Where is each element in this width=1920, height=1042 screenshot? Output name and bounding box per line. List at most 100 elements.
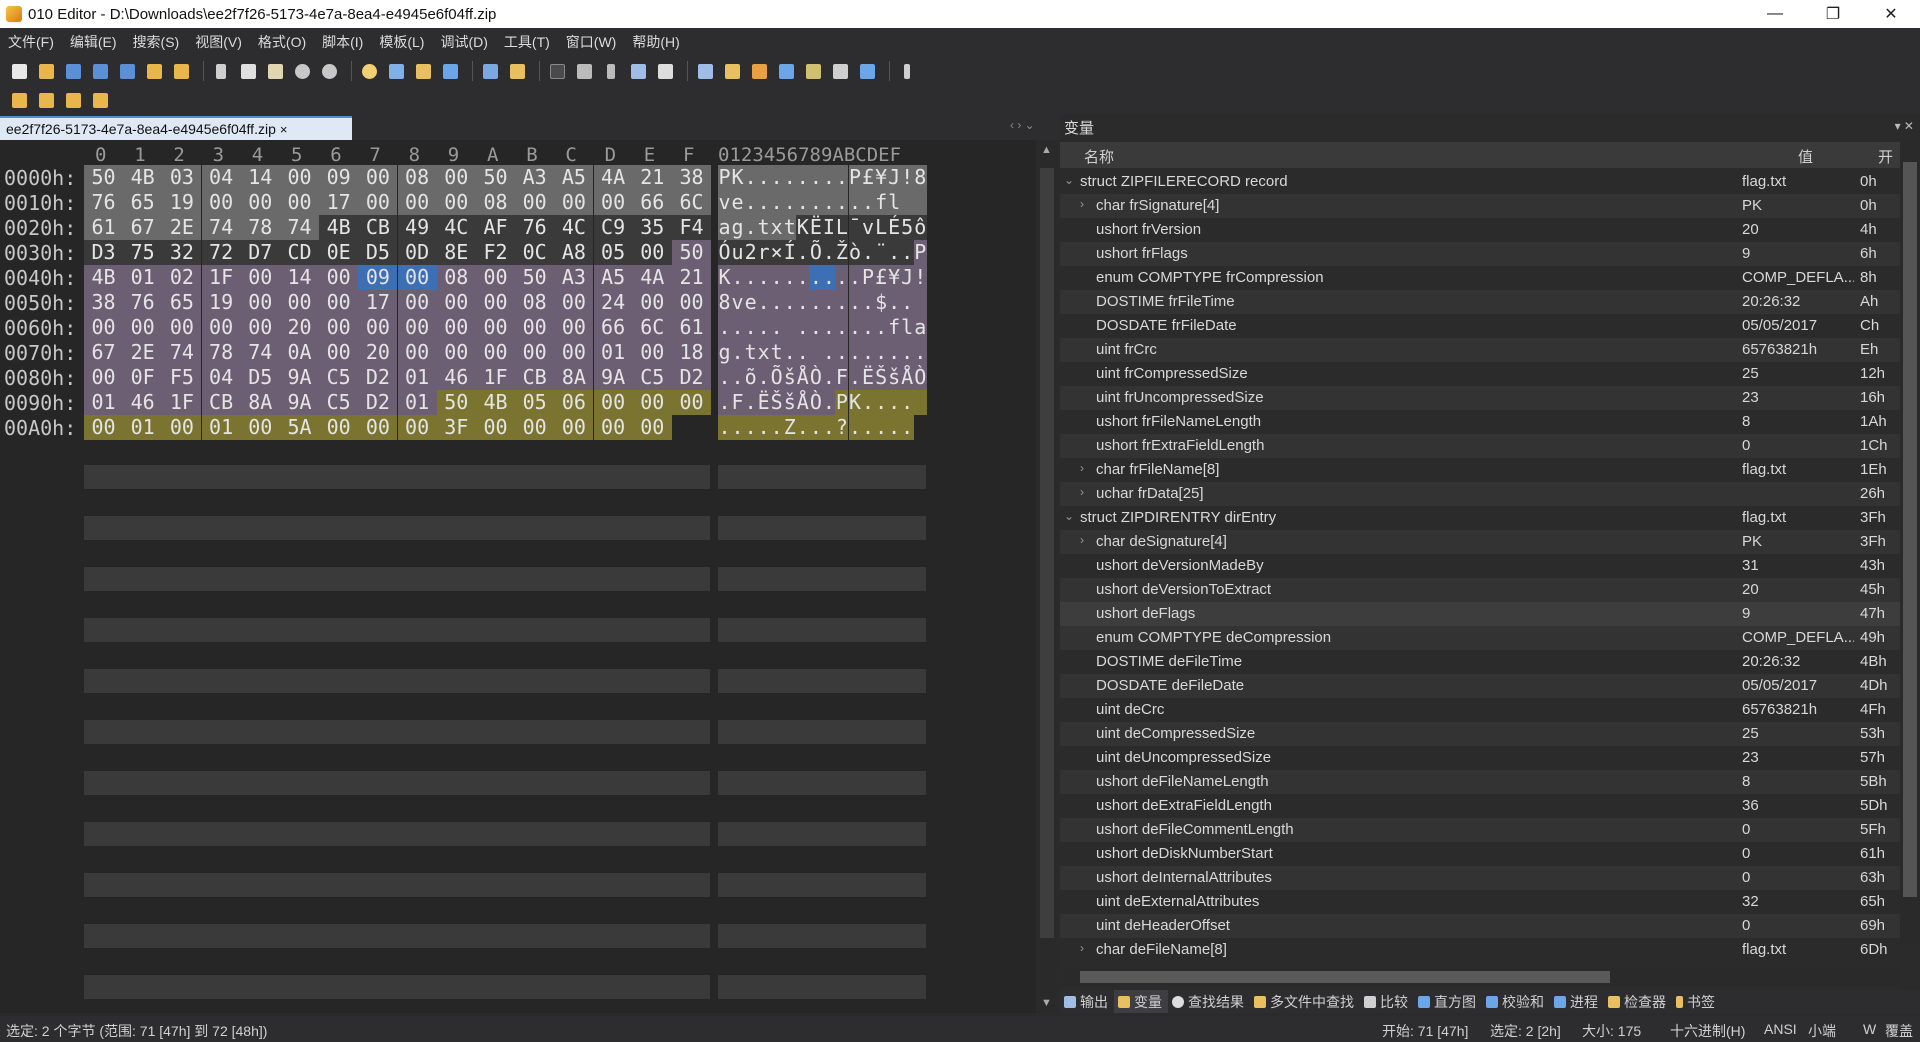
hex-byte[interactable]: 09 (358, 265, 398, 290)
variable-row[interactable]: › uchar frData[25] 26h (1060, 482, 1900, 506)
ascii-char[interactable]: Ž (835, 240, 849, 265)
ascii-char[interactable]: . (822, 340, 836, 365)
variable-value[interactable]: 25 (1742, 365, 1854, 382)
hex-byte[interactable]: 61 (672, 315, 711, 340)
ascii-char[interactable]: . (861, 290, 875, 315)
ascii-char[interactable]: . (861, 340, 875, 365)
ascii-char[interactable] (809, 340, 823, 365)
ascii-char[interactable] (900, 190, 914, 215)
hex-byte[interactable]: 00 (632, 290, 672, 315)
hex-byte[interactable]: 00 (84, 415, 123, 440)
variable-value[interactable]: 23 (1742, 749, 1854, 766)
hex-byte[interactable]: 74 (280, 215, 319, 240)
ascii-char[interactable]: . (874, 415, 888, 440)
ascii-char[interactable]: P (913, 240, 927, 265)
ascii-char[interactable]: . (783, 190, 797, 215)
ascii-char[interactable]: . (809, 290, 823, 315)
variable-value[interactable]: COMP_DEFLA... (1742, 629, 1854, 646)
hex-byte[interactable]: 76 (515, 215, 555, 240)
variable-value[interactable]: 20 (1742, 581, 1854, 598)
ascii-char[interactable]: . (731, 265, 745, 290)
menu-debug[interactable]: 调试(D) (432, 28, 495, 56)
hex-byte[interactable]: 50 (476, 165, 515, 190)
hex-byte[interactable]: 00 (319, 290, 359, 315)
save-as-icon[interactable] (89, 60, 111, 82)
ascii-char[interactable]: . (900, 340, 914, 365)
variable-row[interactable]: ⌄ struct ZIPFILERECORD record flag.txt 0h (1060, 170, 1900, 194)
ascii-char[interactable]: P (835, 390, 849, 415)
hex-byte[interactable]: 46 (436, 365, 476, 390)
variable-value[interactable]: 20 (1742, 221, 1854, 238)
ascii-char[interactable]: . (887, 240, 901, 265)
hex-byte[interactable]: 08 (515, 290, 555, 315)
column-header-value[interactable]: 值 (1798, 146, 1813, 167)
ascii-char[interactable]: . (757, 290, 771, 315)
ascii-char[interactable]: . (744, 165, 758, 190)
hex-byte[interactable]: 08 (476, 190, 515, 215)
hex-byte[interactable]: 00 (672, 290, 711, 315)
ascii-char[interactable]: . (822, 415, 836, 440)
ascii-char[interactable]: . (796, 190, 810, 215)
panel-close-icon[interactable]: ▾ ✕ (1895, 119, 1914, 133)
hex-byte[interactable]: 67 (84, 340, 123, 365)
hex-byte[interactable]: 00 (476, 415, 515, 440)
ascii-char[interactable]: . (913, 340, 927, 365)
ascii-char[interactable]: Ò (913, 365, 927, 390)
ascii-char[interactable]: v (861, 215, 875, 240)
ascii-char[interactable]: K (848, 390, 862, 415)
ascii-char[interactable]: . (874, 390, 888, 415)
variable-row[interactable]: uint deHeaderOffset 0 69h (1060, 914, 1900, 938)
hex-byte[interactable]: 21 (672, 265, 711, 290)
hex-byte[interactable]: 00 (319, 315, 359, 340)
tab-process[interactable]: 进程 (1550, 990, 1604, 1013)
variable-row[interactable]: › char deFileName[8] flag.txt 6Dh (1060, 938, 1900, 962)
variable-value[interactable]: 05/05/2017 (1742, 677, 1854, 694)
ascii-char[interactable]: . (861, 240, 875, 265)
scrollbar-thumb[interactable] (1080, 971, 1610, 983)
ascii-char[interactable]: x (757, 340, 771, 365)
hex-byte[interactable]: 00 (632, 340, 672, 365)
hex-byte[interactable]: 00 (593, 390, 633, 415)
hex-byte[interactable]: 8A (240, 390, 280, 415)
ascii-char[interactable]: . (770, 165, 784, 190)
new-file-icon[interactable] (8, 60, 30, 82)
scroll-up-icon[interactable]: ▲ (1041, 144, 1052, 156)
scrollbar-thumb[interactable] (1040, 168, 1054, 938)
ascii-char[interactable]: . (796, 340, 810, 365)
variable-row[interactable]: ⌄ struct ZIPDIRENTRY dirEntry flag.txt 3Fh (1060, 506, 1900, 530)
ascii-char[interactable]: l (900, 315, 914, 340)
ascii-char[interactable]: . (796, 415, 810, 440)
hex-byte[interactable]: 00 (593, 190, 633, 215)
hex-byte[interactable]: 4B (123, 165, 163, 190)
restore-button[interactable]: ❐ (1804, 0, 1862, 28)
hex-byte[interactable]: 01 (397, 365, 437, 390)
open-folder-icon[interactable] (143, 60, 165, 82)
goto-icon[interactable] (439, 60, 461, 82)
undo-icon[interactable] (291, 60, 313, 82)
hex-byte[interactable]: A5 (554, 165, 594, 190)
ascii-char[interactable]: . (718, 390, 731, 415)
ascii-char[interactable]: . (796, 240, 810, 265)
ascii-char[interactable]: P (861, 265, 875, 290)
hex-byte[interactable]: 24 (593, 290, 633, 315)
hex-byte[interactable]: 50 (672, 240, 711, 265)
hex-byte[interactable]: 2E (162, 215, 202, 240)
hex-byte[interactable]: 00 (593, 415, 633, 440)
ascii-char[interactable]: . (796, 315, 810, 340)
ascii-char[interactable]: K (718, 265, 731, 290)
ascii-char[interactable]: . (900, 390, 914, 415)
hex-byte[interactable]: 04 (201, 365, 241, 390)
hex-byte[interactable]: D2 (358, 390, 398, 415)
ascii-char[interactable]: Ò (809, 390, 823, 415)
ascii-char[interactable]: . (718, 415, 731, 440)
hex-byte[interactable]: 17 (358, 290, 398, 315)
ascii-char[interactable]: f (887, 315, 901, 340)
hex-byte[interactable]: 67 (123, 215, 163, 240)
ascii-char[interactable]: P (718, 165, 731, 190)
hex-byte[interactable]: 78 (201, 340, 241, 365)
ascii-char[interactable]: . (731, 340, 745, 365)
hex-byte[interactable]: 4A (632, 265, 672, 290)
open-file-icon[interactable] (35, 60, 57, 82)
hex-byte[interactable]: D2 (358, 365, 398, 390)
hex-byte[interactable]: 21 (632, 165, 672, 190)
